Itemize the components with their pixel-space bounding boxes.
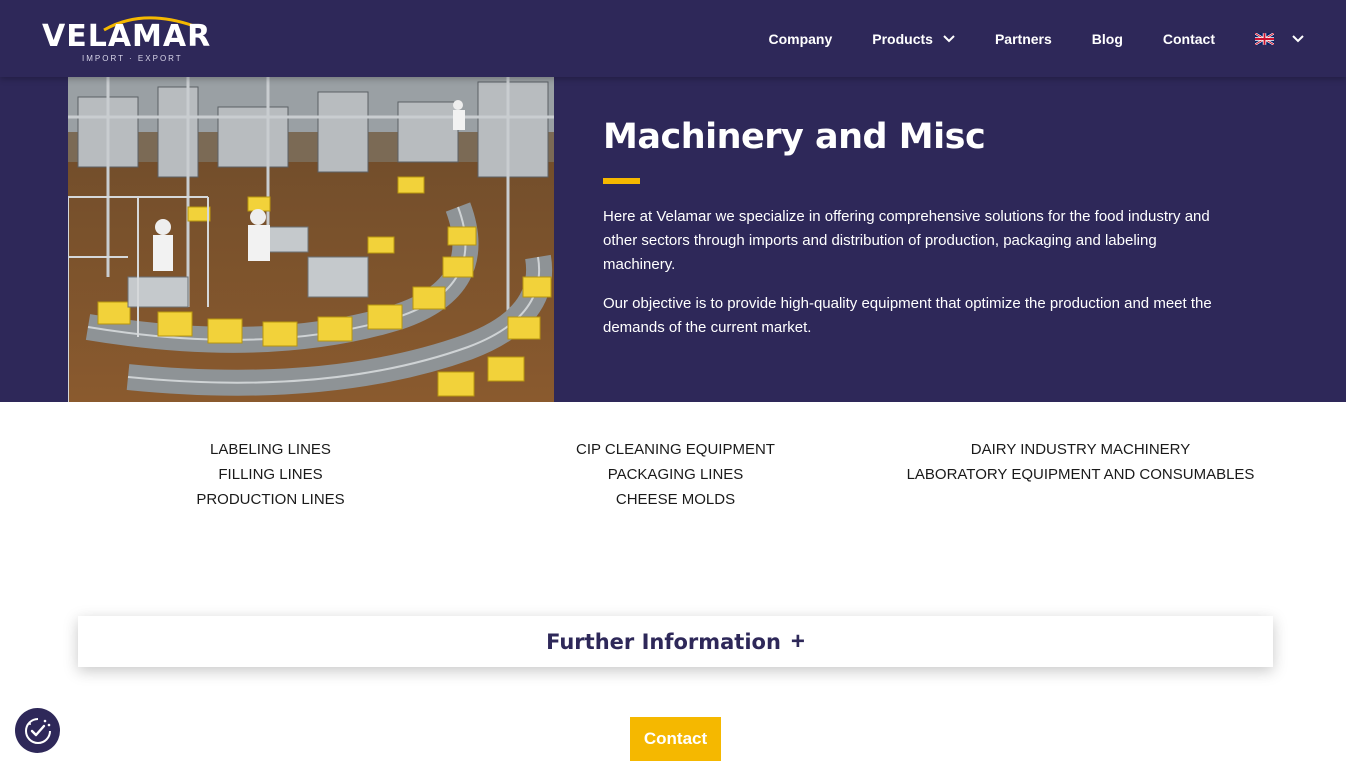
nav-contact[interactable]: Contact [1163, 31, 1215, 47]
further-information-label: Further Information [546, 629, 781, 654]
category-column-3: DAIRY INDUSTRY MACHINERY LABORATORY EQUI… [878, 437, 1283, 487]
nav-company[interactable]: Company [768, 31, 832, 47]
category-production-lines[interactable]: PRODUCTION LINES [68, 487, 473, 512]
category-labeling-lines[interactable]: LABELING LINES [68, 437, 473, 462]
category-cip-cleaning[interactable]: CIP CLEANING EQUIPMENT [473, 437, 878, 462]
category-packaging-lines[interactable]: PACKAGING LINES [473, 462, 878, 487]
logo-tagline: IMPORT · EXPORT [82, 54, 183, 63]
contact-button[interactable]: Contact [630, 717, 721, 761]
site-header: VELAMAR IMPORT · EXPORT Company Products… [0, 0, 1346, 77]
category-laboratory-equipment[interactable]: LABORATORY EQUIPMENT AND CONSUMABLES [878, 462, 1283, 487]
nav-partners[interactable]: Partners [995, 31, 1052, 47]
factory-production-line-image [68, 77, 554, 402]
nav-products-label: Products [872, 30, 933, 47]
expand-plus-icon: + [790, 627, 805, 655]
nav-company-label: Company [768, 30, 833, 47]
category-filling-lines[interactable]: FILLING LINES [68, 462, 473, 487]
cookie-check-icon [24, 717, 51, 744]
objective-paragraph: Our objective is to provide high-quality… [603, 295, 1212, 336]
category-dairy-machinery[interactable]: DAIRY INDUSTRY MACHINERY [878, 437, 1283, 462]
uk-flag-icon [1255, 32, 1274, 45]
category-cheese-molds[interactable]: CHEESE MOLDS [473, 487, 878, 512]
velamar-logo[interactable]: VELAMAR IMPORT · EXPORT [42, 12, 217, 64]
logo-wordmark: VELAMAR [42, 19, 212, 54]
title-underline-accent [603, 178, 640, 184]
chevron-down-icon [1292, 34, 1304, 42]
category-column-2: CIP CLEANING EQUIPMENT PACKAGING LINES C… [473, 437, 878, 512]
nav-contact-label: Contact [1162, 30, 1215, 47]
nav-blog-label: Blog [1091, 30, 1123, 47]
category-column-1: LABELING LINES FILLING LINES PRODUCTION … [68, 437, 473, 512]
further-information-accordion[interactable]: Further Information + [78, 616, 1273, 667]
intro-paragraph: Here at Velamar we specialize in offerin… [603, 208, 1210, 273]
language-selector[interactable] [1255, 32, 1304, 45]
nav-partners-label: Partners [994, 30, 1052, 47]
chevron-down-icon [943, 34, 955, 42]
main-nav: Company Products Partners Blog Contact [728, 0, 1346, 77]
page-title: Machinery and Misc [603, 117, 986, 157]
cookie-consent-button[interactable] [15, 708, 60, 753]
nav-products[interactable]: Products [872, 31, 955, 47]
factory-illustration [68, 77, 554, 402]
hero-section: Machinery and Misc Here at Velamar we sp… [0, 77, 1346, 402]
nav-blog[interactable]: Blog [1092, 31, 1123, 47]
